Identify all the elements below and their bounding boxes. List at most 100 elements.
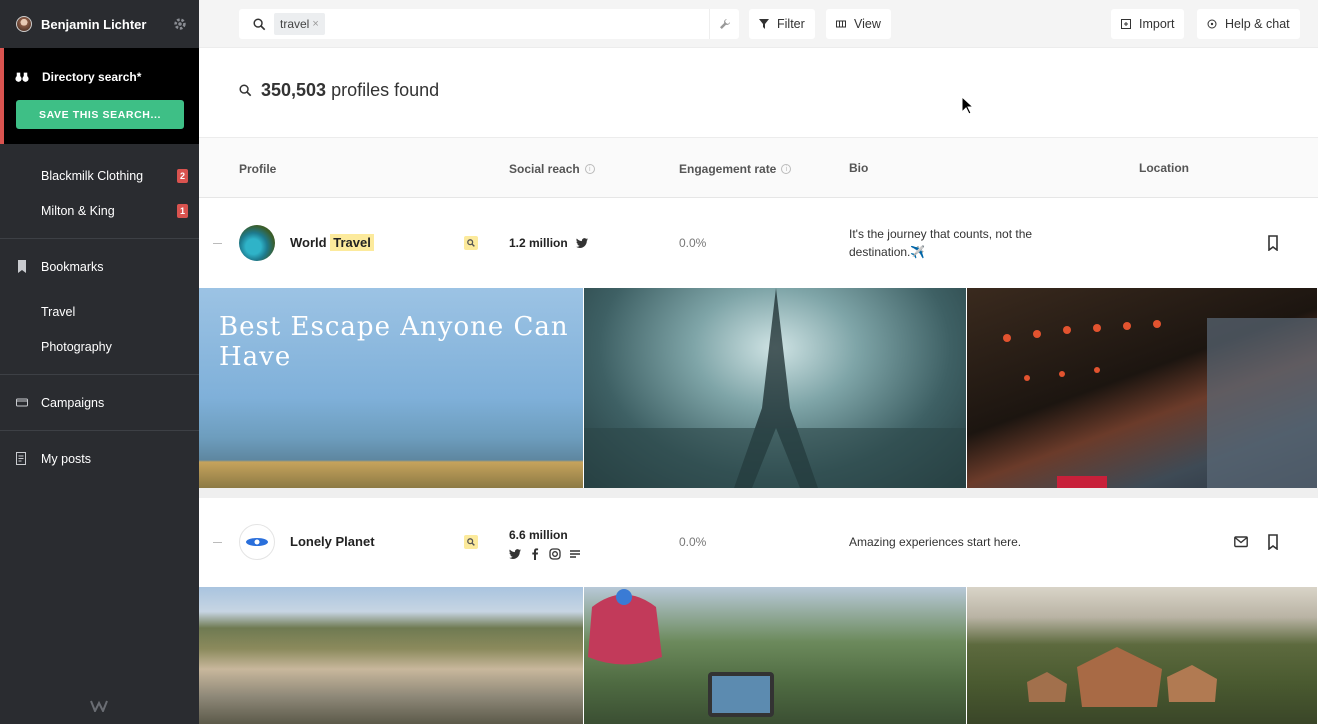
user-menu[interactable]: Benjamin Lichter (0, 0, 199, 48)
instagram-icon[interactable] (549, 548, 561, 560)
post-thumbnail[interactable] (583, 587, 968, 724)
profile-name[interactable]: World Travel (290, 234, 374, 251)
sidebar-item-label: Travel (41, 304, 76, 319)
sidebar-item-label: Campaigns (41, 395, 105, 410)
view-label: View (854, 17, 881, 31)
sidebar-item-label: Directory search* (42, 70, 142, 84)
bookmark-icon[interactable] (1266, 534, 1280, 550)
post-gallery (199, 587, 1318, 724)
view-button[interactable]: View (826, 9, 891, 39)
collapse-handle[interactable] (213, 243, 222, 244)
blog-icon[interactable] (569, 548, 581, 560)
sidebar-item-photography[interactable]: Photography (0, 329, 199, 364)
results-suffix: profiles found (331, 80, 440, 100)
brand-logo-icon (90, 700, 108, 712)
campaigns-icon (16, 398, 28, 407)
save-search-button[interactable]: SAVE THIS SEARCH... (16, 100, 184, 129)
sidebar-item-directory-search[interactable]: Directory search* (4, 48, 199, 106)
sidebar-item-milton-king[interactable]: Milton & King 1 (0, 193, 199, 228)
collapse-handle[interactable] (213, 542, 222, 543)
sidebar-item-campaigns[interactable]: Campaigns (0, 385, 199, 420)
user-avatar (16, 16, 32, 32)
social-reach: 1.2 million (509, 236, 588, 250)
import-button[interactable]: Import (1111, 9, 1185, 39)
traveler-photo-image (587, 589, 774, 717)
sidebar-item-label: Milton & King (41, 203, 115, 218)
social-reach: 6.6 million (509, 528, 581, 560)
eiffel-tower-image (583, 288, 967, 488)
bookmark-icon (18, 260, 26, 273)
topbar: travel × Filter View Import Help & chat (199, 0, 1318, 48)
column-header-location[interactable]: Location (1139, 161, 1189, 175)
search-chip-label: travel (280, 17, 310, 31)
bookmarks-group: Bookmarks Travel Photography (0, 239, 199, 374)
filter-button[interactable]: Filter (749, 9, 815, 39)
engagement-rate: 0.0% (679, 236, 707, 250)
post-thumbnail[interactable]: Best Escape Anyone Can Have (199, 288, 584, 488)
engagement-rate: 0.0% (679, 535, 707, 549)
import-label: Import (1139, 17, 1175, 31)
search-bar[interactable]: travel × (239, 9, 739, 39)
binoculars-icon (15, 72, 29, 82)
mail-icon[interactable] (1234, 534, 1248, 550)
help-chat-button[interactable]: Help & chat (1197, 9, 1300, 39)
remove-chip-icon[interactable]: × (312, 18, 318, 30)
search-icon (253, 17, 266, 30)
search-match-badge[interactable] (464, 236, 478, 250)
column-header-profile[interactable]: Profile (239, 162, 276, 176)
row-separator (199, 488, 1318, 498)
directory-search-section: Directory search* SAVE THIS SEARCH... (0, 48, 199, 144)
sidebar-item-travel[interactable]: Travel (0, 294, 199, 329)
profile-bio: It's the journey that counts, not the de… (849, 227, 1033, 259)
avatar (239, 524, 275, 560)
gear-icon[interactable] (173, 17, 187, 31)
notification-badge: 1 (177, 204, 188, 218)
cabins-image (1027, 647, 1218, 707)
filter-icon (759, 19, 769, 29)
sidebar-item-label: My posts (41, 451, 92, 466)
sidebar-item-bookmarks[interactable]: Bookmarks (0, 249, 199, 284)
search-match-badge[interactable] (464, 535, 478, 549)
twitter-icon[interactable] (509, 548, 521, 560)
help-icon (1207, 19, 1217, 29)
column-header-social-reach[interactable]: Social reach i (509, 162, 595, 176)
search-icon (467, 239, 475, 247)
search-icon (239, 84, 252, 97)
table-row[interactable]: World Travel 1.2 million 0.0% It's the j… (199, 199, 1318, 288)
post-thumbnail[interactable] (967, 288, 1318, 488)
import-icon (1121, 19, 1131, 29)
help-label: Help & chat (1225, 17, 1290, 31)
photo-caption: Best Escape Anyone Can Have (219, 312, 569, 372)
campaigns-group: Campaigns (0, 375, 199, 430)
wrench-icon (719, 19, 730, 29)
column-header-engagement[interactable]: Engagement rate i (679, 162, 792, 176)
sidebar-item-label: Photography (41, 339, 112, 354)
sidebar-item-blackmilk[interactable]: Blackmilk Clothing 2 (0, 158, 199, 193)
mouse-cursor-icon (962, 97, 974, 115)
table-header: Profile Social reach i Engagement rate i B… (199, 138, 1318, 198)
results-count: 350,503 (261, 80, 327, 100)
info-icon[interactable]: i (584, 164, 595, 174)
advanced-search-button[interactable] (709, 9, 739, 39)
post-thumbnail[interactable] (199, 587, 584, 724)
post-thumbnail[interactable] (967, 587, 1318, 724)
sidebar: Benjamin Lichter Directory search* SAVE … (0, 0, 199, 724)
info-icon[interactable]: i (781, 164, 792, 174)
profile-name[interactable]: Lonely Planet (290, 534, 375, 549)
search-icon (467, 538, 475, 546)
social-icons (501, 548, 581, 560)
sidebar-item-label: Blackmilk Clothing (41, 168, 144, 183)
bookmark-icon[interactable] (1266, 235, 1280, 251)
table-row[interactable]: Lonely Planet 6.6 million 0.0% Amazing e… (199, 498, 1318, 587)
avatar (239, 225, 275, 261)
search-chip[interactable]: travel × (274, 13, 325, 35)
facebook-icon[interactable] (529, 548, 541, 560)
posts-group: My posts (0, 431, 199, 486)
posts-icon (16, 452, 26, 465)
street-lanterns-image (1003, 318, 1318, 488)
sidebar-item-my-posts[interactable]: My posts (0, 441, 199, 476)
results-summary: 350,503 profiles found (239, 80, 439, 101)
post-thumbnail[interactable] (583, 288, 968, 488)
twitter-icon[interactable] (575, 237, 588, 249)
notification-badge: 2 (177, 169, 188, 183)
